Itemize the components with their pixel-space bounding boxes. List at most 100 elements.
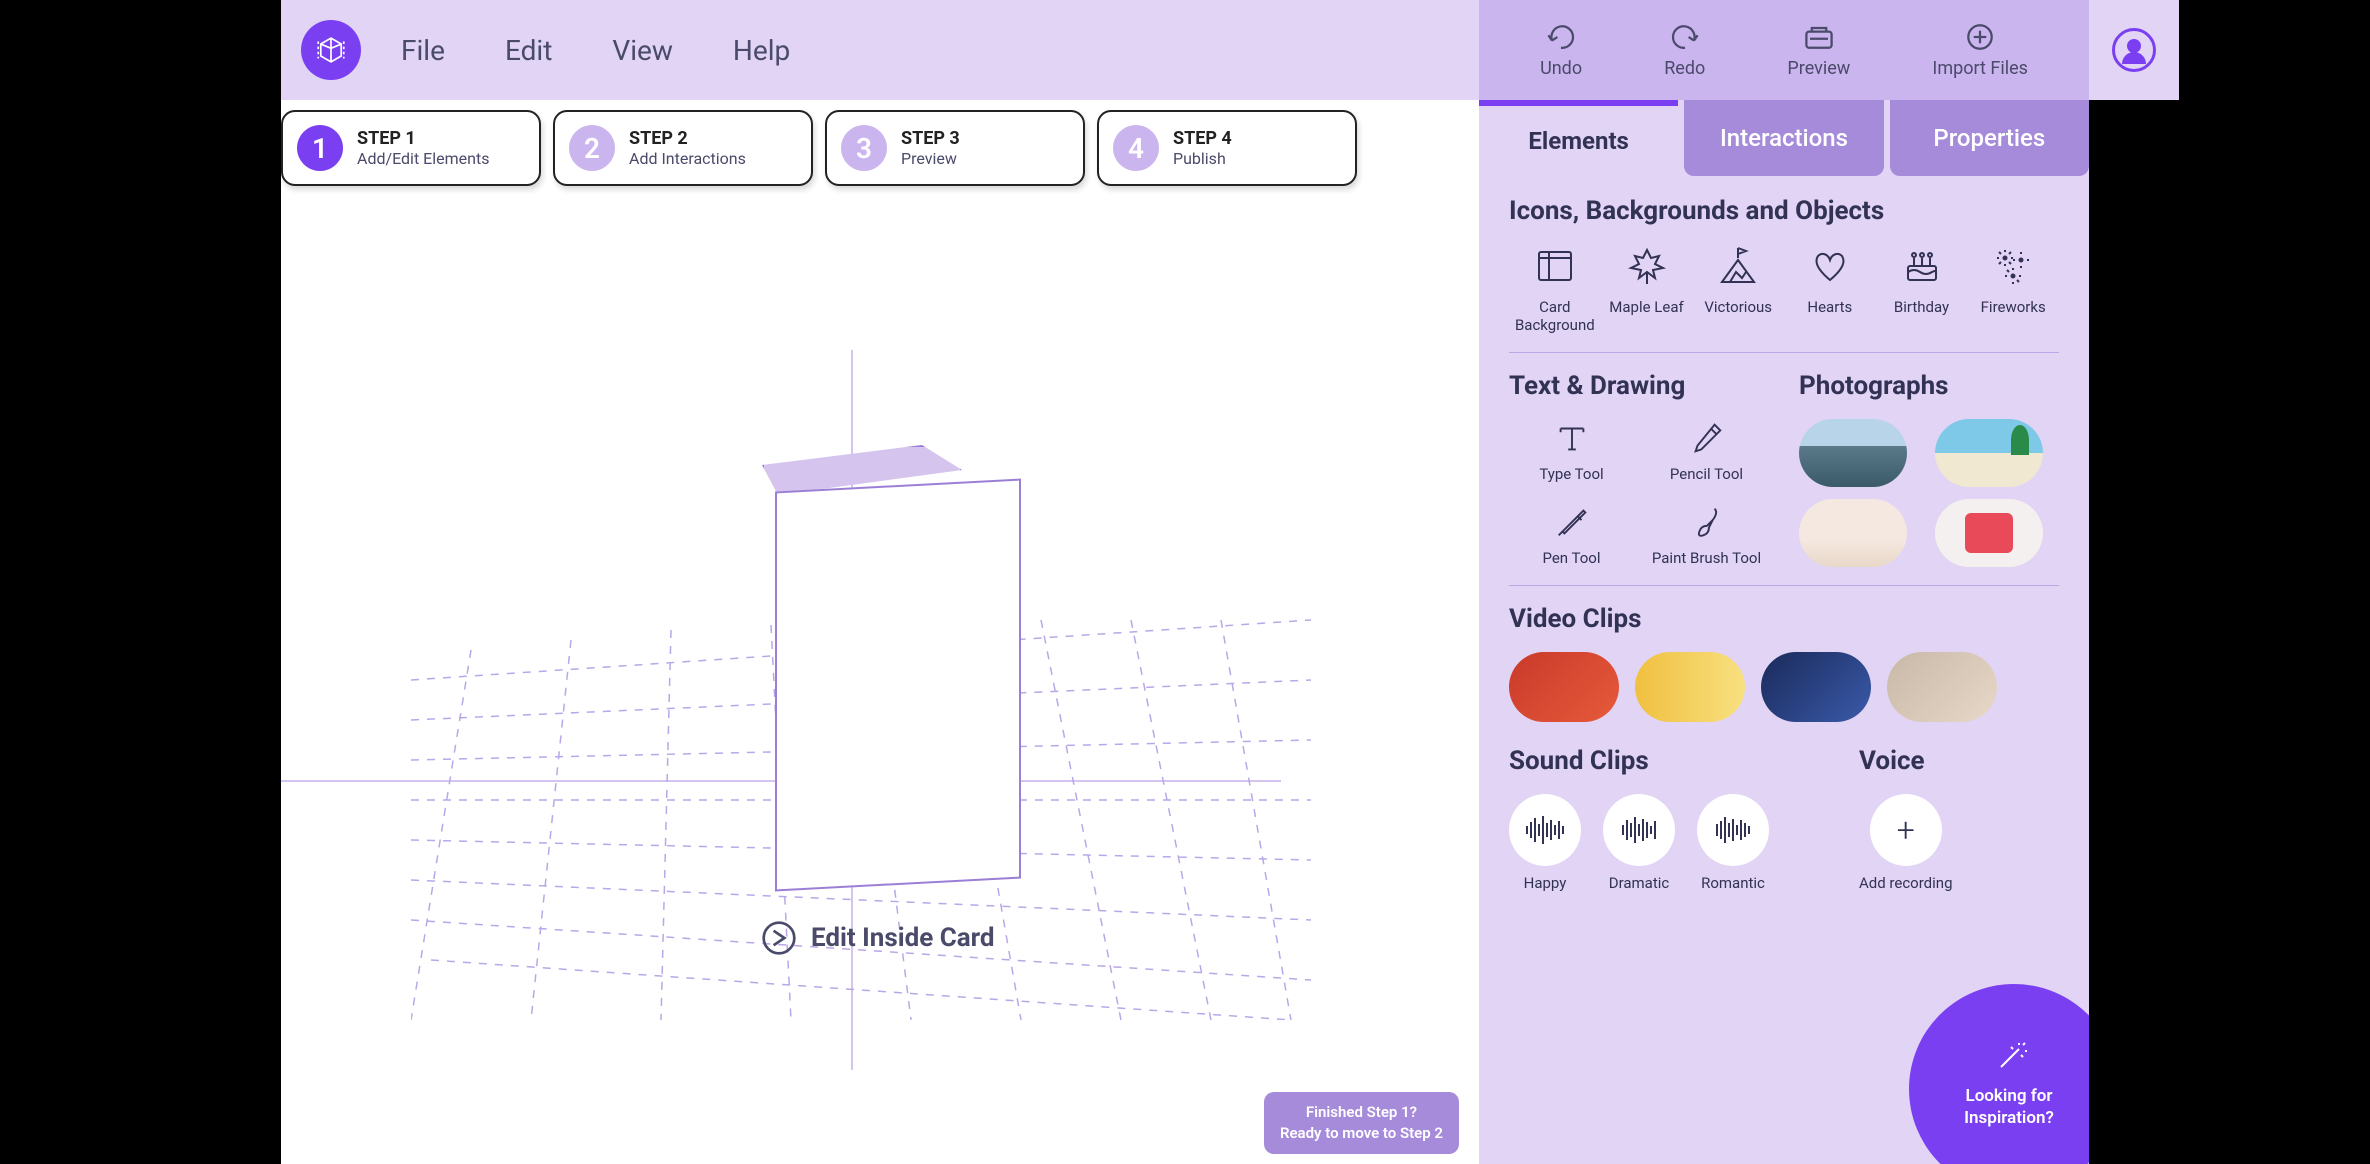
step-3-desc: Preview — [901, 149, 960, 168]
icon-victorious[interactable]: Victorious — [1692, 244, 1784, 334]
redo-button[interactable]: Redo — [1664, 22, 1705, 79]
type-tool[interactable]: Type Tool — [1509, 419, 1634, 483]
icon-card-background[interactable]: Card Background — [1509, 244, 1601, 334]
icon-vict-label: Victorious — [1704, 298, 1772, 316]
tab-properties[interactable]: Properties — [1890, 100, 2089, 176]
step-wizard: 1 STEP 1Add/Edit Elements 2 STEP 2Add In… — [281, 100, 1479, 186]
enter-icon — [761, 920, 797, 956]
menu-edit[interactable]: Edit — [505, 34, 552, 67]
canvas-stage[interactable]: Edit Inside Card Finished Step 1? Ready … — [281, 200, 1479, 1164]
sidebar-tabs: Elements Interactions Properties — [1479, 100, 2089, 176]
video-clip-4[interactable] — [1887, 652, 1997, 722]
pen-icon — [1553, 503, 1591, 541]
icon-row: Card Background Maple Leaf Victorious He… — [1509, 244, 2059, 334]
add-recording-label: Add recording — [1859, 874, 1953, 892]
profile-area — [2089, 0, 2179, 100]
type-icon — [1553, 419, 1591, 457]
heart-icon — [1808, 244, 1852, 288]
waveform-icon — [1622, 817, 1656, 843]
finished-line1: Finished Step 1? — [1280, 1102, 1443, 1123]
type-tool-label: Type Tool — [1539, 465, 1603, 483]
card-bg-icon — [1533, 244, 1577, 288]
icon-maple-label: Maple Leaf — [1609, 298, 1683, 316]
sound-dramatic-label: Dramatic — [1609, 874, 1670, 892]
greeting-card[interactable] — [761, 445, 1021, 845]
icon-hearts[interactable]: Hearts — [1784, 244, 1876, 334]
edit-inside-button[interactable]: Edit Inside Card — [761, 920, 995, 956]
icon-fire-label: Fireworks — [1981, 298, 2046, 316]
divider-2 — [1509, 585, 2059, 586]
elements-panel: Icons, Backgrounds and Objects Card Back… — [1479, 176, 2089, 912]
cake-icon — [1900, 244, 1944, 288]
sound-happy[interactable]: Happy — [1509, 794, 1581, 892]
pen-tool-label: Pen Tool — [1542, 549, 1600, 567]
main-area: 1 STEP 1Add/Edit Elements 2 STEP 2Add In… — [281, 100, 2089, 1164]
redo-icon — [1667, 22, 1703, 52]
preview-button[interactable]: Preview — [1787, 22, 1850, 79]
profile-button[interactable] — [2112, 28, 2156, 72]
menu-help[interactable]: Help — [733, 34, 790, 67]
step-1-num: 1 — [297, 125, 343, 171]
step-4[interactable]: 4 STEP 4Publish — [1097, 110, 1357, 186]
inspire-line2: Inspiration? — [1964, 1108, 2054, 1128]
photo-mountains[interactable] — [1799, 419, 1907, 487]
import-label: Import Files — [1932, 58, 2027, 79]
app-logo[interactable] — [301, 20, 361, 80]
step-4-desc: Publish — [1173, 149, 1232, 168]
preview-label: Preview — [1787, 58, 1850, 79]
video-clip-2[interactable] — [1635, 652, 1745, 722]
step-4-title: STEP 4 — [1173, 128, 1232, 149]
finished-step-prompt[interactable]: Finished Step 1? Ready to move to Step 2 — [1264, 1092, 1459, 1154]
sound-dramatic[interactable]: Dramatic — [1603, 794, 1675, 892]
sound-romantic-label: Romantic — [1701, 874, 1765, 892]
profile-icon — [2127, 39, 2141, 53]
edit-inside-label: Edit Inside Card — [811, 923, 995, 953]
icon-maple-leaf[interactable]: Maple Leaf — [1601, 244, 1693, 334]
tab-elements[interactable]: Elements — [1479, 100, 1678, 176]
right-sidebar: Elements Interactions Properties Icons, … — [1479, 100, 2089, 1164]
photo-gift[interactable] — [1935, 499, 2043, 567]
undo-button[interactable]: Undo — [1540, 22, 1582, 79]
inspiration-button[interactable]: Looking forInspiration? — [1909, 984, 2089, 1164]
canvas-area: 1 STEP 1Add/Edit Elements 2 STEP 2Add In… — [281, 100, 1479, 1164]
icon-birthday[interactable]: Birthday — [1876, 244, 1968, 334]
step-1[interactable]: 1 STEP 1Add/Edit Elements — [281, 110, 541, 186]
add-recording[interactable]: + Add recording — [1859, 794, 1953, 892]
pencil-tool[interactable]: Pencil Tool — [1644, 419, 1769, 483]
brush-tool-label: Paint Brush Tool — [1652, 549, 1761, 567]
main-menu: File Edit View Help — [401, 34, 790, 67]
photo-cupcakes[interactable] — [1799, 499, 1907, 567]
menu-file[interactable]: File — [401, 34, 445, 67]
pen-tool[interactable]: Pen Tool — [1509, 503, 1634, 567]
step-2[interactable]: 2 STEP 2Add Interactions — [553, 110, 813, 186]
step-2-title: STEP 2 — [629, 128, 746, 149]
photo-beach[interactable] — [1935, 419, 2043, 487]
import-icon — [1962, 22, 1998, 52]
menu-view[interactable]: View — [612, 34, 673, 67]
step-1-title: STEP 1 — [357, 128, 489, 149]
fireworks-icon — [1991, 244, 2035, 288]
maple-leaf-icon — [1625, 244, 1669, 288]
section-icons-title: Icons, Backgrounds and Objects — [1509, 196, 2059, 226]
pencil-icon — [1688, 419, 1726, 457]
section-text-title: Text & Drawing — [1509, 371, 1769, 401]
finished-line2: Ready to move to Step 2 — [1280, 1123, 1443, 1144]
step-1-desc: Add/Edit Elements — [357, 149, 489, 168]
preview-icon — [1801, 22, 1837, 52]
plus-icon: + — [1897, 811, 1915, 849]
sound-romantic[interactable]: Romantic — [1697, 794, 1769, 892]
brush-icon — [1688, 503, 1726, 541]
icon-fireworks[interactable]: Fireworks — [1967, 244, 2059, 334]
sound-happy-label: Happy — [1524, 874, 1567, 892]
tab-interactions[interactable]: Interactions — [1684, 100, 1883, 176]
brush-tool[interactable]: Paint Brush Tool — [1644, 503, 1769, 567]
video-clip-3[interactable] — [1761, 652, 1871, 722]
step-4-num: 4 — [1113, 125, 1159, 171]
waveform-icon — [1526, 816, 1564, 844]
card-front[interactable] — [775, 479, 1021, 892]
step-3[interactable]: 3 STEP 3Preview — [825, 110, 1085, 186]
import-button[interactable]: Import Files — [1932, 22, 2027, 79]
section-sound-title: Sound Clips — [1509, 746, 1829, 776]
video-clip-1[interactable] — [1509, 652, 1619, 722]
wand-icon — [1989, 1039, 2029, 1079]
